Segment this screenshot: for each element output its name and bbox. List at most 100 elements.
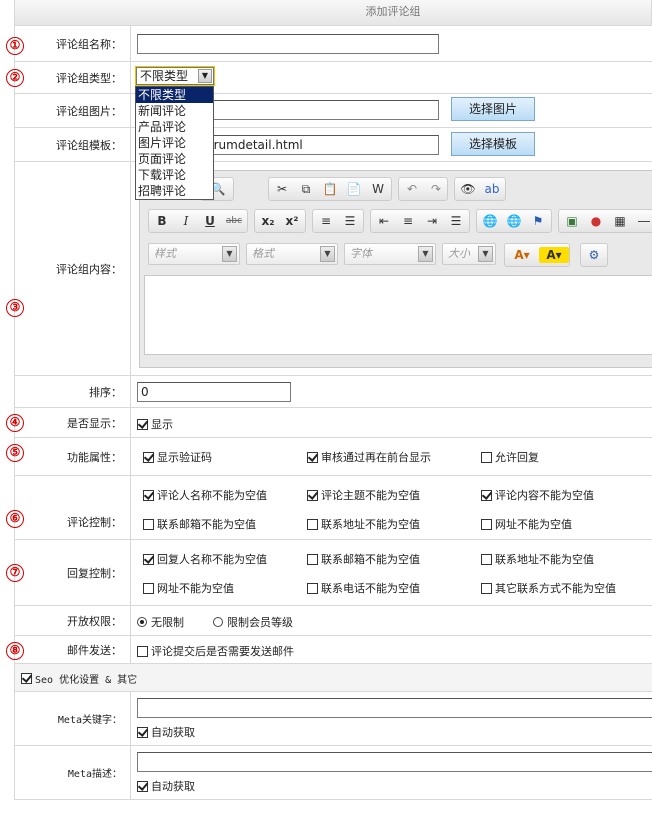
checkbox-checked[interactable] (307, 489, 318, 501)
bold-icon[interactable]: B (151, 210, 173, 232)
font-dropdown[interactable]: 字体 ▼ (344, 243, 436, 265)
cut-icon[interactable]: ✂ (271, 178, 293, 200)
comment-ctrl-option[interactable]: 评论内容不能为空值 (481, 487, 594, 503)
meta-kw-auto-fetch[interactable]: 自动获取 (137, 724, 195, 740)
sort-input[interactable]: 0 (137, 382, 291, 402)
checkbox-checked[interactable] (137, 780, 148, 792)
type-select[interactable]: 不限类型 ▼ (135, 66, 215, 86)
type-option[interactable]: 不限类型 (136, 87, 213, 103)
size-dropdown[interactable]: 大小 ▼ (442, 243, 496, 265)
bullet-list-icon[interactable]: ☰ (339, 210, 361, 232)
type-option[interactable]: 产品评论 (136, 119, 213, 135)
find-icon[interactable]: 👁 (457, 178, 479, 200)
comment-ctrl-option[interactable]: 评论人名称不能为空值 (143, 487, 267, 503)
editor-content-area[interactable] (144, 275, 652, 355)
reply-ctrl-option[interactable]: 网址不能为空值 (143, 580, 234, 596)
align-right-icon[interactable]: ⇥ (421, 210, 443, 232)
func-option-reply[interactable]: 允许回复 (481, 449, 539, 465)
comment-ctrl-option[interactable]: 联系邮箱不能为空值 (143, 516, 256, 532)
select-image-button[interactable]: 选择图片 (451, 97, 535, 121)
checkbox-unchecked[interactable] (143, 582, 154, 594)
reply-ctrl-option[interactable]: 联系邮箱不能为空值 (307, 551, 420, 567)
align-center-icon[interactable]: ≡ (397, 210, 419, 232)
table-icon[interactable]: ▦ (609, 210, 631, 232)
paste-text-icon[interactable]: 📄 (343, 178, 365, 200)
reply-ctrl-option[interactable]: 联系电话不能为空值 (307, 580, 420, 596)
image-icon[interactable]: ▣ (561, 210, 583, 232)
checkbox-checked[interactable] (481, 489, 492, 501)
superscript-icon[interactable]: x² (281, 210, 303, 232)
radio-unselected[interactable] (213, 617, 223, 627)
seo-toggle[interactable]: Seo 优化设置 & 其它 (21, 671, 137, 686)
select-template-button[interactable]: 选择模板 (451, 132, 535, 156)
access-option-member-level[interactable]: 限制会员等级 (213, 614, 293, 630)
comment-ctrl-option[interactable]: 网址不能为空值 (481, 516, 572, 532)
type-option[interactable]: 图片评论 (136, 135, 213, 151)
link-icon[interactable]: 🌐 (479, 210, 501, 232)
paste-word-icon[interactable]: W (367, 178, 389, 200)
meta-kw-label: Meta关键字： (15, 692, 131, 745)
checkbox-checked[interactable] (307, 451, 318, 463)
paste-icon[interactable]: 📋 (319, 178, 341, 200)
type-option[interactable]: 新闻评论 (136, 103, 213, 119)
style-dropdown[interactable]: 样式 ▼ (148, 243, 240, 265)
reply-ctrl-option[interactable]: 回复人名称不能为空值 (143, 551, 267, 567)
horizontal-rule-icon[interactable]: ― (633, 210, 652, 232)
comment-ctrl-option[interactable]: 评论主题不能为空值 (307, 487, 420, 503)
bg-color-icon[interactable]: A▾ (539, 247, 569, 263)
checkbox-unchecked[interactable] (481, 553, 492, 565)
copy-icon[interactable]: ⧉ (295, 178, 317, 200)
unlink-icon[interactable]: 🌐 (503, 210, 525, 232)
align-left-icon[interactable]: ⇤ (373, 210, 395, 232)
mail-checkbox[interactable]: 评论提交后是否需要发送邮件 (137, 643, 294, 659)
checkbox-unchecked[interactable] (307, 582, 318, 594)
row-mail: 邮件发送： 评论提交后是否需要发送邮件 (14, 636, 652, 664)
type-option[interactable]: 下载评论 (136, 167, 213, 183)
name-input[interactable] (137, 34, 439, 54)
access-option-unlimited[interactable]: 无限制 (137, 614, 184, 630)
checkbox-unchecked[interactable] (481, 451, 492, 463)
marker-5: ⑤ (6, 444, 24, 462)
text-color-icon[interactable]: A▾ (507, 244, 537, 266)
italic-icon[interactable]: I (175, 210, 197, 232)
replace-icon[interactable]: ab (481, 178, 503, 200)
maximize-icon[interactable]: ⚙ (583, 244, 605, 266)
format-dropdown[interactable]: 格式 ▼ (246, 243, 338, 265)
checkbox-unchecked[interactable] (481, 518, 492, 530)
checkbox-unchecked[interactable] (137, 645, 148, 657)
meta-desc-auto-fetch[interactable]: 自动获取 (137, 778, 195, 794)
type-option[interactable]: 页面评论 (136, 151, 213, 167)
reply-ctrl-option[interactable]: 其它联系方式不能为空值 (481, 580, 616, 596)
func-option-captcha[interactable]: 显示验证码 (143, 449, 212, 465)
radio-selected[interactable] (137, 617, 147, 627)
meta-keywords-input[interactable] (137, 698, 652, 718)
strikethrough-icon[interactable]: abc (223, 210, 245, 232)
checkbox-unchecked[interactable] (481, 582, 492, 594)
redo-icon[interactable]: ↷ (425, 178, 447, 200)
undo-icon[interactable]: ↶ (401, 178, 423, 200)
meta-description-input[interactable] (137, 752, 652, 772)
subscript-icon[interactable]: x₂ (257, 210, 279, 232)
func-option-review[interactable]: 审核通过再在前台显示 (307, 449, 431, 465)
checkbox-unchecked[interactable] (307, 518, 318, 530)
type-option[interactable]: 招聘评论 (136, 183, 213, 199)
ordered-list-icon[interactable]: ≡ (315, 210, 337, 232)
comment-ctrl-option-label: 评论人名称不能为空值 (157, 489, 267, 502)
name-label: 评论组名称： (15, 26, 131, 61)
checkbox-checked[interactable] (137, 418, 148, 430)
comment-ctrl-option[interactable]: 联系地址不能为空值 (307, 516, 420, 532)
display-checkbox[interactable]: 显示 (137, 416, 173, 432)
checkbox-checked[interactable] (143, 489, 154, 501)
anchor-flag-icon[interactable]: ⚑ (527, 210, 549, 232)
checkbox-checked[interactable] (143, 451, 154, 463)
checkbox-checked[interactable] (21, 673, 32, 684)
align-justify-icon[interactable]: ☰ (445, 210, 467, 232)
checkbox-unchecked[interactable] (307, 553, 318, 565)
underline-icon[interactable]: U (199, 210, 221, 232)
checkbox-unchecked[interactable] (143, 518, 154, 530)
toolbar-group-format: B I U abc (148, 209, 248, 233)
checkbox-checked[interactable] (137, 726, 148, 738)
flash-icon[interactable]: ● (585, 210, 607, 232)
reply-ctrl-option[interactable]: 联系地址不能为空值 (481, 551, 594, 567)
checkbox-checked[interactable] (143, 553, 154, 565)
